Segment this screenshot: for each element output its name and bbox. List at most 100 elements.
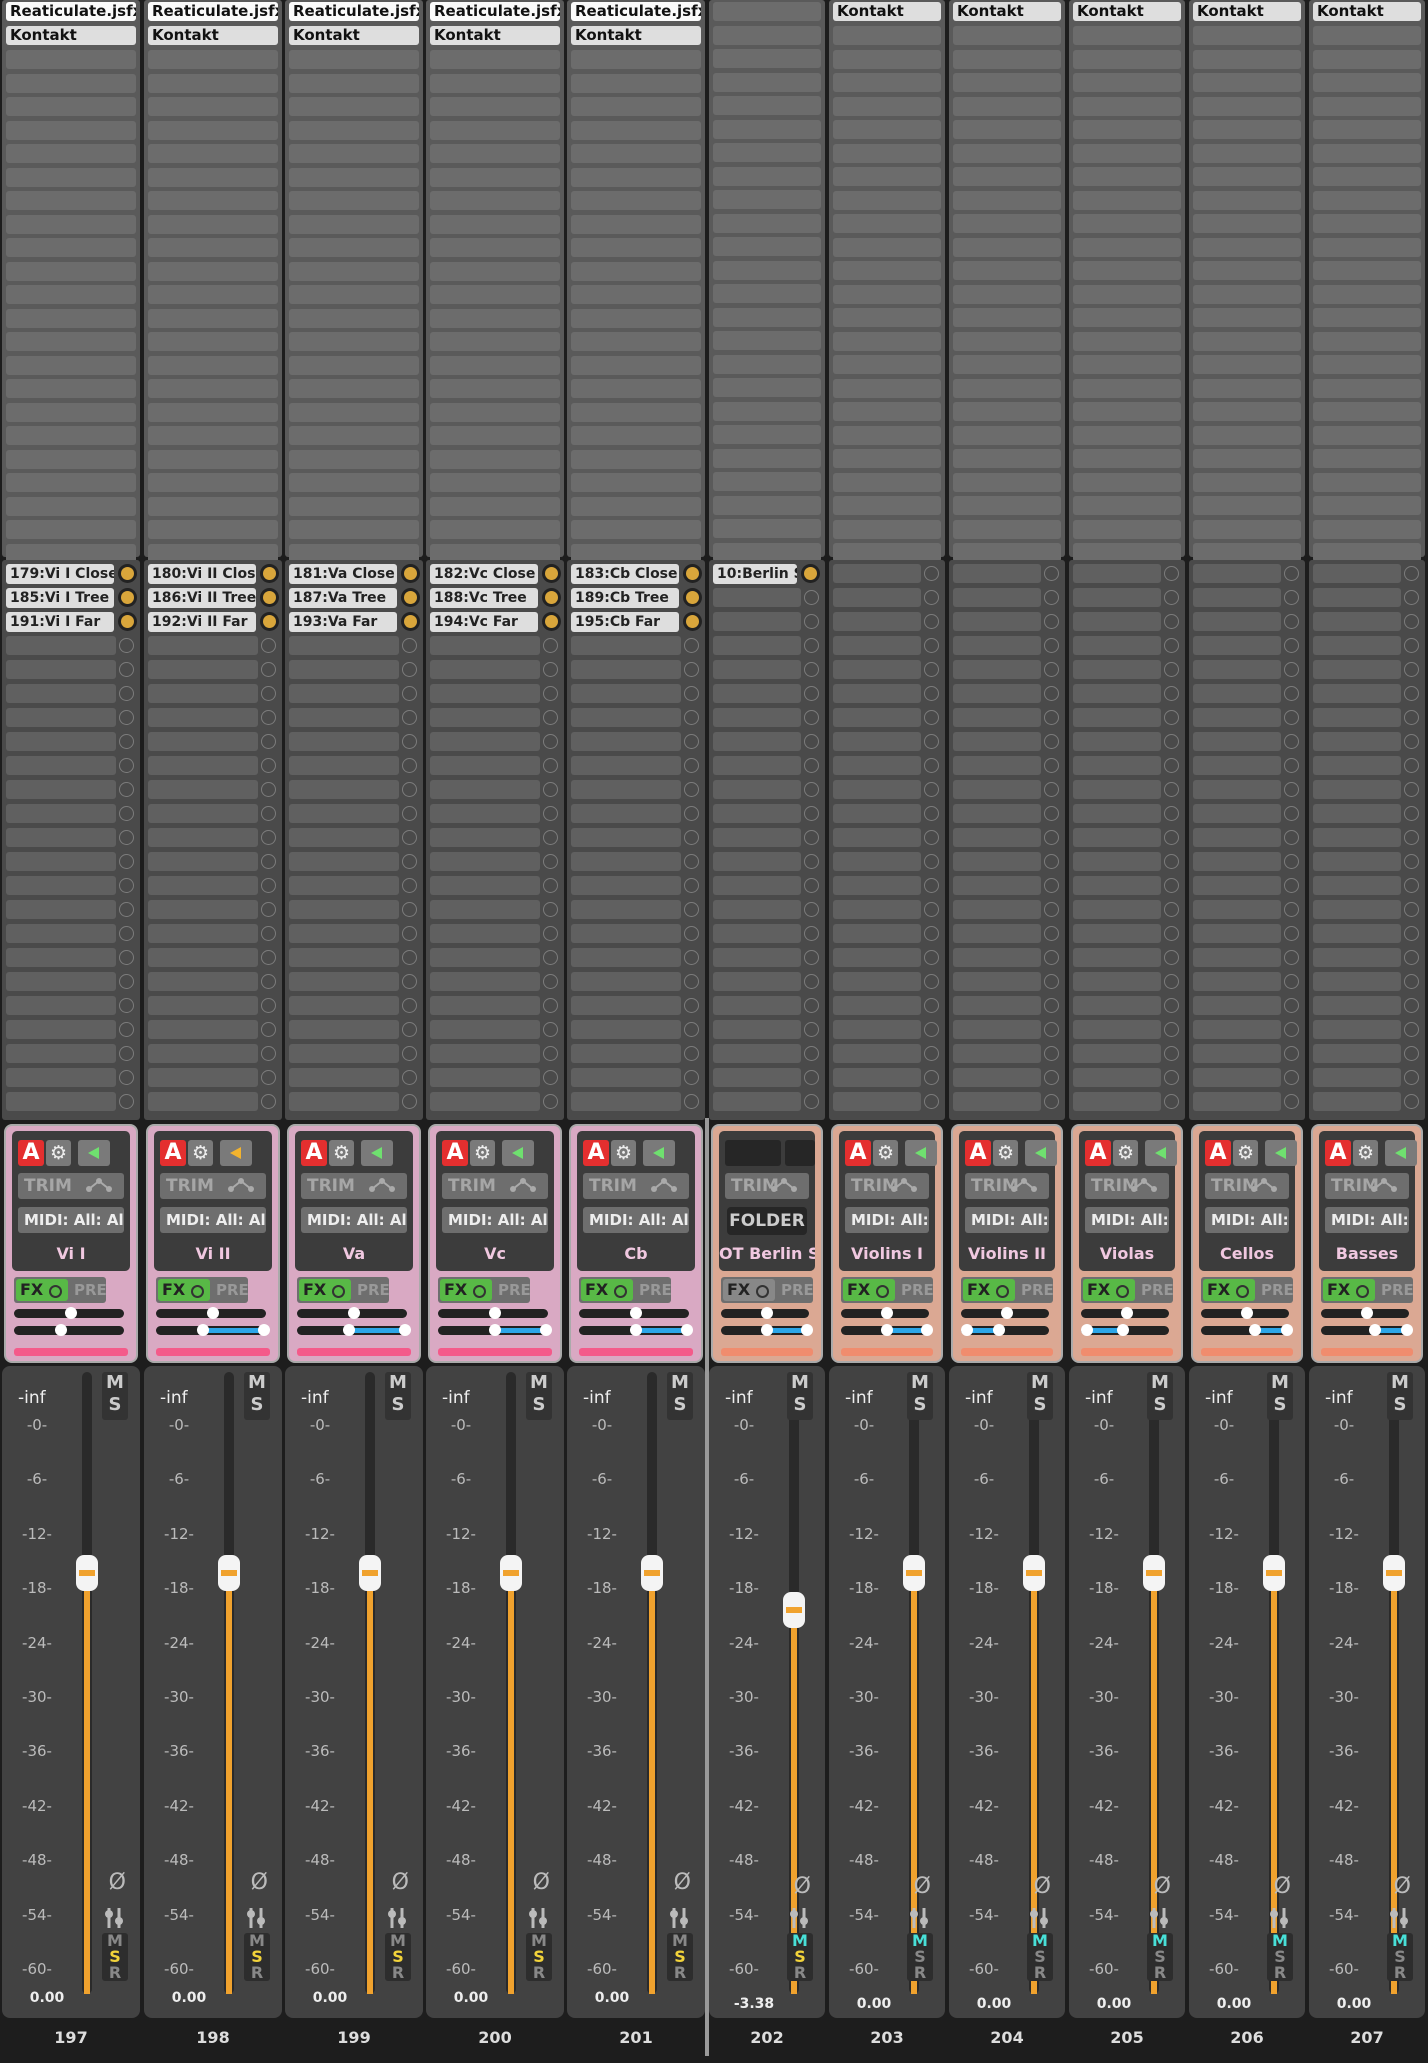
send-empty-slot[interactable] bbox=[953, 972, 1041, 991]
speaker-button[interactable] bbox=[220, 1140, 252, 1166]
solo-button[interactable]: S bbox=[1267, 1394, 1293, 1416]
send-empty-slot[interactable] bbox=[953, 876, 1041, 895]
fx-empty-slot[interactable] bbox=[289, 332, 419, 351]
fx-chain[interactable] bbox=[709, 0, 825, 562]
send-empty-slot[interactable] bbox=[6, 684, 116, 703]
sends-area[interactable]: 181:Va Close 187:Va Tree 193:Va Far bbox=[285, 560, 423, 1120]
fx-empty-slot[interactable] bbox=[713, 472, 821, 491]
send-empty-slot[interactable] bbox=[6, 852, 116, 871]
fx-empty-slot[interactable] bbox=[571, 261, 701, 281]
speaker-button[interactable] bbox=[1265, 1140, 1297, 1166]
fx-empty-slot[interactable] bbox=[6, 473, 136, 492]
fx-toggle-row[interactable]: FX PRE bbox=[14, 1277, 107, 1303]
send-empty-slot[interactable] bbox=[289, 660, 399, 679]
fx-empty-slot[interactable] bbox=[713, 25, 821, 45]
send-pan-knob[interactable] bbox=[683, 612, 702, 631]
send-empty-slot[interactable] bbox=[1313, 876, 1401, 895]
fx-empty-slot[interactable] bbox=[430, 285, 560, 304]
fx-empty-slot[interactable] bbox=[1073, 96, 1181, 116]
send-item[interactable]: 179:Vi I Close bbox=[6, 564, 114, 584]
fx-empty-slot[interactable] bbox=[833, 26, 941, 45]
send-empty-slot[interactable] bbox=[1073, 948, 1161, 967]
automation-mode-button[interactable]: A bbox=[583, 1140, 609, 1166]
fx-empty-slot[interactable] bbox=[148, 214, 278, 234]
fx-toggle-row[interactable]: FX PRE bbox=[841, 1277, 934, 1303]
send-empty-slot[interactable] bbox=[953, 828, 1041, 847]
solo-button[interactable]: S bbox=[1387, 1394, 1413, 1416]
send-empty-slot[interactable] bbox=[148, 756, 258, 775]
send-empty-slot[interactable] bbox=[430, 732, 540, 751]
fx-empty-slot[interactable] bbox=[430, 167, 560, 187]
fx-empty-slot[interactable] bbox=[571, 402, 701, 422]
send-empty-slot[interactable] bbox=[6, 924, 116, 943]
fx-empty-slot[interactable] bbox=[833, 49, 941, 69]
fx-chain[interactable]: Kontakt bbox=[1309, 0, 1425, 562]
fx-empty-slot[interactable] bbox=[1193, 167, 1301, 186]
send-empty-slot[interactable] bbox=[1193, 564, 1281, 583]
fx-plugin[interactable]: Kontakt bbox=[953, 2, 1061, 21]
pre-fx-button[interactable]: PRE bbox=[357, 1277, 390, 1303]
send-empty-slot[interactable] bbox=[6, 876, 116, 895]
fx-empty-slot[interactable] bbox=[148, 308, 278, 328]
fx-empty-slot[interactable] bbox=[1073, 472, 1181, 492]
send-empty-slot[interactable] bbox=[1073, 876, 1161, 895]
volume-fader-thumb[interactable] bbox=[218, 1555, 240, 1592]
send-empty-slot[interactable] bbox=[833, 588, 921, 607]
width-knob-left[interactable] bbox=[196, 1324, 209, 1336]
solo-button[interactable]: S bbox=[907, 1394, 933, 1416]
fx-empty-slot[interactable] bbox=[1313, 167, 1421, 186]
send-empty-slot[interactable] bbox=[713, 780, 801, 799]
send-empty-slot[interactable] bbox=[148, 804, 258, 823]
fx-empty-slot[interactable] bbox=[833, 237, 941, 257]
send-pan-knob[interactable] bbox=[542, 588, 561, 607]
pan-slider[interactable] bbox=[841, 1307, 929, 1319]
fx-empty-slot[interactable] bbox=[6, 144, 136, 163]
fx-empty-slot[interactable] bbox=[1193, 496, 1301, 515]
speaker-button[interactable] bbox=[78, 1140, 110, 1166]
width-slider[interactable] bbox=[156, 1324, 270, 1336]
fx-empty-slot[interactable] bbox=[430, 214, 560, 234]
volume-fader-track[interactable] bbox=[1149, 1372, 1159, 1994]
send-empty-slot[interactable] bbox=[1073, 804, 1161, 823]
speaker-button[interactable] bbox=[1145, 1140, 1177, 1166]
send-empty-slot[interactable] bbox=[1073, 588, 1161, 607]
solo-button[interactable]: S bbox=[526, 1394, 552, 1416]
fx-empty-slot[interactable] bbox=[833, 261, 941, 280]
fx-empty-slot[interactable] bbox=[713, 119, 821, 139]
mute-button[interactable]: M bbox=[385, 1372, 411, 1394]
fx-empty-slot[interactable] bbox=[1193, 73, 1301, 92]
msr-record[interactable]: R bbox=[907, 1965, 933, 1981]
fx-empty-slot[interactable] bbox=[1193, 237, 1301, 257]
fx-button[interactable]: FX bbox=[16, 1279, 68, 1301]
fx-empty-slot[interactable] bbox=[289, 355, 419, 375]
pre-fx-button[interactable]: PRE bbox=[1021, 1277, 1054, 1303]
send-empty-slot[interactable] bbox=[953, 636, 1041, 655]
send-empty-slot[interactable] bbox=[6, 1044, 116, 1063]
send-empty-slot[interactable] bbox=[571, 684, 681, 703]
fx-empty-slot[interactable] bbox=[1313, 402, 1421, 421]
volume-fader-thumb[interactable] bbox=[359, 1555, 381, 1592]
send-empty-slot[interactable] bbox=[1313, 948, 1401, 967]
automation-mode-button[interactable]: A bbox=[442, 1140, 468, 1166]
fx-plugin[interactable]: Reaticulate.jsfx bbox=[148, 2, 278, 21]
send-pan-knob[interactable] bbox=[118, 588, 137, 607]
fx-chain[interactable]: Reaticulate.jsfx Kontakt bbox=[285, 0, 423, 563]
fx-empty-slot[interactable] bbox=[953, 143, 1061, 163]
send-empty-slot[interactable] bbox=[713, 1092, 801, 1111]
send-empty-slot[interactable] bbox=[1193, 732, 1281, 751]
mute-button[interactable]: M bbox=[787, 1372, 813, 1394]
send-empty-slot[interactable] bbox=[1313, 780, 1401, 799]
fx-button[interactable]: FX bbox=[299, 1279, 351, 1301]
send-empty-slot[interactable] bbox=[1073, 612, 1161, 631]
phase-invert-icon[interactable]: Ø bbox=[1154, 1874, 1171, 1899]
routing-icon[interactable] bbox=[1249, 1177, 1279, 1195]
fx-chain[interactable]: Kontakt bbox=[1189, 0, 1305, 562]
mute-button[interactable]: M bbox=[1267, 1372, 1293, 1394]
send-empty-slot[interactable] bbox=[713, 900, 801, 919]
send-empty-slot[interactable] bbox=[6, 948, 116, 967]
fx-empty-slot[interactable] bbox=[430, 402, 560, 422]
msr-record[interactable]: R bbox=[1147, 1965, 1173, 1981]
send-empty-slot[interactable] bbox=[953, 564, 1041, 583]
send-empty-slot[interactable] bbox=[1193, 804, 1281, 823]
send-empty-slot[interactable] bbox=[833, 1092, 921, 1111]
